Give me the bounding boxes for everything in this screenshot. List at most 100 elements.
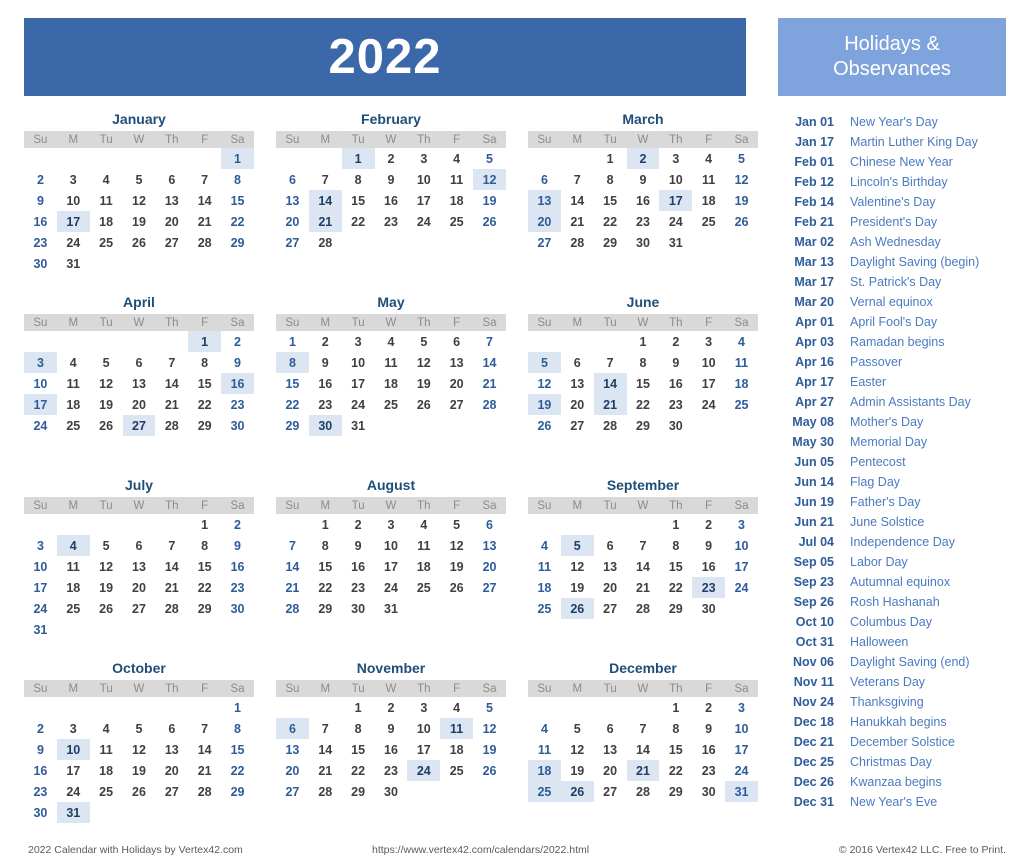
- day-cell[interactable]: 26: [725, 211, 758, 232]
- day-cell[interactable]: 24: [24, 415, 57, 436]
- day-cell[interactable]: 23: [692, 577, 726, 598]
- day-cell[interactable]: 3: [24, 352, 57, 373]
- day-cell[interactable]: 8: [188, 535, 221, 556]
- day-cell[interactable]: 21: [309, 760, 342, 781]
- day-cell[interactable]: 31: [659, 232, 692, 253]
- day-cell[interactable]: 10: [56, 739, 90, 760]
- day-cell[interactable]: 29: [594, 232, 627, 253]
- day-cell[interactable]: 13: [440, 352, 473, 373]
- day-cell[interactable]: 10: [725, 535, 758, 556]
- day-cell[interactable]: 12: [473, 718, 506, 739]
- day-cell[interactable]: 4: [692, 148, 725, 169]
- day-cell[interactable]: 28: [627, 781, 660, 802]
- day-cell[interactable]: 11: [528, 739, 561, 760]
- day-cell[interactable]: 16: [692, 556, 725, 577]
- day-cell[interactable]: 8: [276, 352, 309, 373]
- day-cell[interactable]: 14: [155, 373, 188, 394]
- day-cell[interactable]: 5: [725, 148, 758, 169]
- day-cell[interactable]: 25: [692, 211, 725, 232]
- day-cell[interactable]: 28: [561, 232, 594, 253]
- day-cell[interactable]: 16: [375, 739, 408, 760]
- day-cell[interactable]: 28: [155, 598, 188, 619]
- day-cell[interactable]: 8: [659, 718, 692, 739]
- day-cell[interactable]: 13: [276, 739, 309, 760]
- day-cell[interactable]: 22: [594, 211, 627, 232]
- day-cell[interactable]: 20: [440, 373, 473, 394]
- day-cell[interactable]: 31: [57, 253, 90, 274]
- day-cell[interactable]: 14: [309, 739, 342, 760]
- day-cell[interactable]: 22: [342, 760, 375, 781]
- day-cell[interactable]: 29: [221, 781, 254, 802]
- day-cell[interactable]: 25: [725, 394, 758, 415]
- day-cell[interactable]: 4: [375, 331, 408, 352]
- day-cell[interactable]: 27: [528, 232, 561, 253]
- day-cell[interactable]: 15: [188, 373, 221, 394]
- day-cell[interactable]: 25: [440, 760, 473, 781]
- day-cell[interactable]: 27: [440, 394, 473, 415]
- day-cell[interactable]: 19: [90, 394, 123, 415]
- day-cell[interactable]: 22: [659, 577, 692, 598]
- day-cell[interactable]: 4: [56, 535, 90, 556]
- day-cell[interactable]: 5: [473, 148, 506, 169]
- day-cell[interactable]: 26: [560, 598, 594, 619]
- day-cell[interactable]: 28: [309, 781, 342, 802]
- day-cell[interactable]: 2: [375, 148, 408, 169]
- day-cell[interactable]: 19: [528, 394, 561, 415]
- day-cell[interactable]: 9: [375, 718, 408, 739]
- day-cell[interactable]: 22: [659, 760, 692, 781]
- day-cell[interactable]: 22: [627, 394, 660, 415]
- day-cell[interactable]: 10: [57, 190, 90, 211]
- day-cell[interactable]: 7: [473, 331, 506, 352]
- day-cell[interactable]: 28: [473, 394, 506, 415]
- day-cell[interactable]: 26: [407, 394, 440, 415]
- day-cell[interactable]: 24: [407, 211, 440, 232]
- day-cell[interactable]: 23: [24, 232, 57, 253]
- day-cell[interactable]: 14: [473, 352, 506, 373]
- day-cell[interactable]: 30: [375, 781, 408, 802]
- day-cell[interactable]: 11: [57, 373, 90, 394]
- day-cell[interactable]: 31: [56, 802, 90, 823]
- day-cell[interactable]: 16: [375, 190, 408, 211]
- day-cell[interactable]: 6: [594, 535, 627, 556]
- day-cell[interactable]: 15: [221, 739, 254, 760]
- day-cell[interactable]: 1: [659, 697, 692, 718]
- day-cell[interactable]: 30: [692, 781, 725, 802]
- day-cell[interactable]: 31: [24, 619, 57, 640]
- day-cell[interactable]: 14: [188, 190, 221, 211]
- day-cell[interactable]: 15: [276, 373, 309, 394]
- day-cell[interactable]: 11: [90, 190, 123, 211]
- day-cell[interactable]: 6: [561, 352, 594, 373]
- day-cell[interactable]: 15: [342, 190, 375, 211]
- day-cell[interactable]: 22: [342, 211, 375, 232]
- day-cell[interactable]: 18: [57, 577, 90, 598]
- day-cell[interactable]: 12: [725, 169, 758, 190]
- day-cell[interactable]: 21: [188, 211, 221, 232]
- day-cell[interactable]: 9: [692, 535, 725, 556]
- day-cell[interactable]: 2: [24, 169, 57, 190]
- day-cell[interactable]: 3: [24, 535, 57, 556]
- day-cell[interactable]: 31: [725, 781, 758, 802]
- day-cell[interactable]: 4: [528, 535, 561, 556]
- day-cell[interactable]: 10: [407, 169, 440, 190]
- day-cell[interactable]: 14: [276, 556, 309, 577]
- day-cell[interactable]: 2: [24, 718, 57, 739]
- day-cell[interactable]: 14: [308, 190, 342, 211]
- day-cell[interactable]: 10: [24, 556, 57, 577]
- day-cell[interactable]: 9: [627, 169, 660, 190]
- day-cell[interactable]: 21: [155, 577, 188, 598]
- day-cell[interactable]: 11: [375, 352, 408, 373]
- day-cell[interactable]: 29: [276, 415, 309, 436]
- day-cell[interactable]: 4: [90, 718, 123, 739]
- day-cell[interactable]: 2: [221, 514, 254, 535]
- day-cell[interactable]: 20: [594, 577, 627, 598]
- day-cell[interactable]: 21: [276, 577, 309, 598]
- day-cell[interactable]: 15: [309, 556, 342, 577]
- day-cell[interactable]: 29: [342, 781, 375, 802]
- day-cell[interactable]: 1: [342, 697, 375, 718]
- day-cell[interactable]: 18: [440, 739, 473, 760]
- day-cell[interactable]: 30: [308, 415, 342, 436]
- day-cell[interactable]: 14: [561, 190, 594, 211]
- day-cell[interactable]: 3: [659, 148, 692, 169]
- day-cell[interactable]: 3: [725, 697, 758, 718]
- day-cell[interactable]: 16: [24, 760, 57, 781]
